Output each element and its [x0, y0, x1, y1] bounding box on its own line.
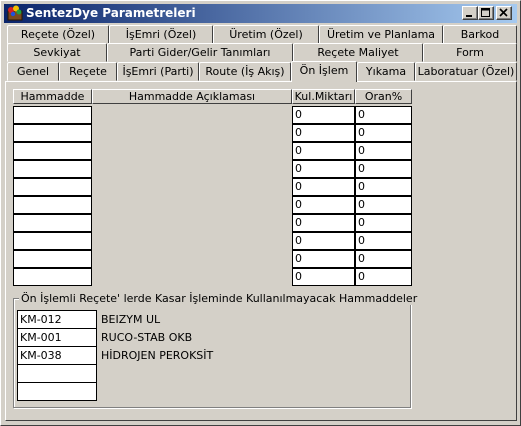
excluded-code-cell[interactable]: KM-001 — [17, 328, 97, 347]
cell-hammadde[interactable] — [13, 232, 92, 250]
col-header-hammadde[interactable]: Hammadde — [13, 89, 92, 104]
cell-oran[interactable]: 0 — [355, 250, 412, 268]
tab-isemri-ozel[interactable]: İşEmri (Özel) — [109, 25, 213, 44]
minimize-icon — [466, 15, 472, 17]
cell-oran[interactable]: 0 — [355, 232, 412, 250]
close-button[interactable] — [496, 6, 512, 20]
title-bar[interactable]: SentezDye Parametreleri — [4, 4, 517, 23]
excluded-code-cell[interactable] — [17, 382, 97, 401]
cell-oran[interactable]: 0 — [355, 124, 412, 142]
col-header-oran[interactable]: Oran% — [355, 89, 412, 104]
cell-hammadde[interactable] — [13, 214, 92, 232]
excluded-desc-label: RUCO-STAB OKB — [101, 331, 193, 344]
tab-form[interactable]: Form — [423, 43, 517, 62]
tab-yikama[interactable]: Yıkama — [357, 62, 415, 81]
tab-barkod[interactable]: Barkod — [443, 25, 517, 44]
excluded-materials-legend: Ön İşlemli Reçete' lerde Kasar İşleminde… — [19, 292, 420, 305]
cell-oran[interactable]: 0 — [355, 106, 412, 124]
col-header-aciklama[interactable]: Hammadde Açıklaması — [92, 89, 292, 104]
tab-on-islem[interactable]: Ön İşlem — [291, 61, 357, 82]
cell-kul-miktari[interactable]: 0 — [292, 178, 355, 196]
app-icon — [7, 5, 23, 21]
tab-uretim-ve-planlama[interactable]: Üretim ve Planlama — [319, 25, 443, 44]
excluded-code-cell[interactable] — [17, 364, 97, 383]
excluded-code-cell[interactable]: KM-038 — [17, 346, 97, 365]
cell-oran[interactable]: 0 — [355, 268, 412, 286]
excluded-desc-label: BEIZYM UL — [101, 313, 161, 326]
tab-recete-ozel[interactable]: Reçete (Özel) — [7, 25, 109, 44]
cell-kul-miktari[interactable]: 0 — [292, 196, 355, 214]
cell-hammadde[interactable] — [13, 160, 92, 178]
tab-recete[interactable]: Reçete — [59, 62, 117, 81]
cell-hammadde[interactable] — [13, 250, 92, 268]
tab-route-is-akis[interactable]: Route (İş Akış) — [199, 62, 291, 81]
cell-oran[interactable]: 0 — [355, 160, 412, 178]
tab-isemri-parti[interactable]: İşEmri (Parti) — [117, 62, 199, 81]
cell-oran[interactable]: 0 — [355, 178, 412, 196]
cell-hammadde[interactable] — [13, 124, 92, 142]
cell-oran[interactable]: 0 — [355, 196, 412, 214]
main-window: SentezDye Parametreleri Reçete (Özel) İş… — [0, 0, 521, 426]
excluded-code-cell[interactable]: KM-012 — [17, 310, 97, 329]
close-icon — [499, 8, 508, 17]
maximize-icon — [481, 8, 490, 17]
cell-hammadde[interactable] — [13, 106, 92, 124]
cell-hammadde[interactable] — [13, 268, 92, 286]
cell-kul-miktari[interactable]: 0 — [292, 268, 355, 286]
tab-sevkiyat[interactable]: Sevkiyat — [7, 43, 107, 62]
cell-kul-miktari[interactable]: 0 — [292, 124, 355, 142]
tab-genel[interactable]: Genel — [7, 62, 59, 81]
cell-kul-miktari[interactable]: 0 — [292, 232, 355, 250]
minimize-button[interactable] — [462, 6, 478, 20]
cell-oran[interactable]: 0 — [355, 214, 412, 232]
cell-kul-miktari[interactable]: 0 — [292, 160, 355, 178]
cell-kul-miktari[interactable]: 0 — [292, 214, 355, 232]
tab-laboratuar-ozel[interactable]: Laboratuar (Özel) — [415, 62, 517, 81]
window-title: SentezDye Parametreleri — [26, 6, 196, 20]
cell-kul-miktari[interactable]: 0 — [292, 250, 355, 268]
cell-oran[interactable]: 0 — [355, 142, 412, 160]
maximize-button[interactable] — [478, 6, 494, 20]
cell-kul-miktari[interactable]: 0 — [292, 142, 355, 160]
cell-hammadde[interactable] — [13, 178, 92, 196]
cell-kul-miktari[interactable]: 0 — [292, 106, 355, 124]
col-header-kul-miktari[interactable]: Kul.Miktarı — [292, 89, 355, 104]
tab-parti-gider-gelir[interactable]: Parti Gider/Gelir Tanımları — [107, 43, 293, 62]
cell-hammadde[interactable] — [13, 142, 92, 160]
tab-uretim-ozel[interactable]: Üretim (Özel) — [213, 25, 319, 44]
cell-hammadde[interactable] — [13, 196, 92, 214]
excluded-desc-label: HİDROJEN PEROKSİT — [101, 349, 214, 362]
tab-recete-maliyet[interactable]: Reçete Maliyet — [293, 43, 423, 62]
